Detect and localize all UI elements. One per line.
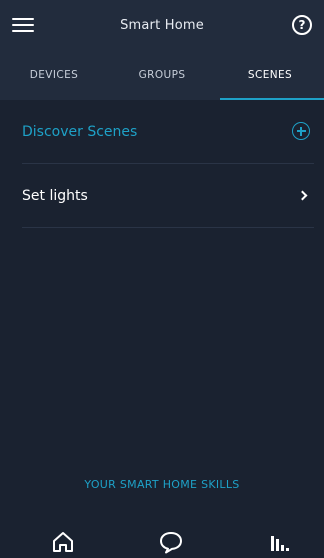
discover-scenes-row[interactable]: Discover Scenes xyxy=(22,100,314,164)
bottom-nav xyxy=(0,522,324,558)
discover-scenes-label: Discover Scenes xyxy=(22,123,138,140)
page-title: Smart Home xyxy=(120,17,204,33)
tab-scenes[interactable]: SCENES xyxy=(216,50,324,100)
tab-bar: DEVICES GROUPS SCENES xyxy=(0,50,324,100)
plus-circle-icon[interactable] xyxy=(292,122,310,140)
chat-icon[interactable] xyxy=(158,530,184,554)
menu-icon[interactable] xyxy=(12,15,34,35)
activity-icon[interactable] xyxy=(268,530,294,554)
tab-devices[interactable]: DEVICES xyxy=(0,50,108,100)
smart-home-skills-link[interactable]: YOUR SMART HOME SKILLS xyxy=(0,478,324,491)
scenes-list: Discover Scenes Set lights xyxy=(0,100,324,228)
home-icon[interactable] xyxy=(50,530,76,554)
help-icon[interactable]: ? xyxy=(292,15,312,35)
smart-home-app: Smart Home ? DEVICES GROUPS SCENES Disco… xyxy=(0,0,324,558)
scene-item-label: Set lights xyxy=(22,187,88,204)
chevron-right-icon xyxy=(297,190,308,201)
tab-groups[interactable]: GROUPS xyxy=(108,50,216,100)
top-bar: Smart Home ? xyxy=(0,0,324,50)
scene-item-set-lights[interactable]: Set lights xyxy=(22,164,314,228)
